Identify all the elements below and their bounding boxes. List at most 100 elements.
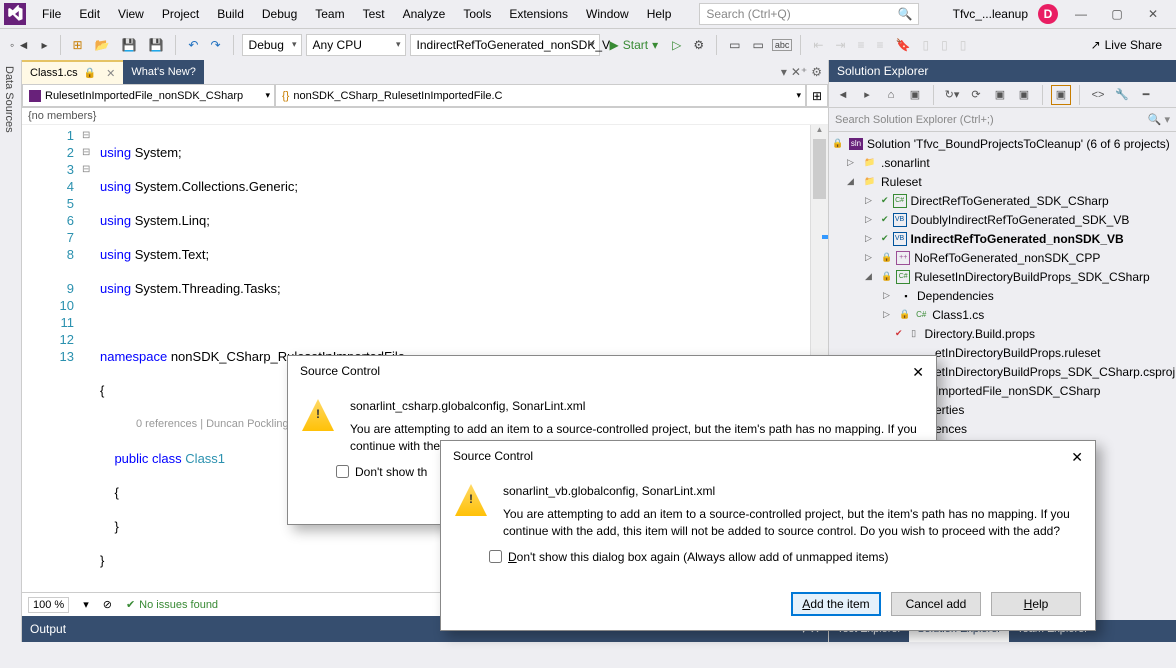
menu-debug[interactable]: Debug — [254, 3, 305, 25]
close-icon[interactable]: ✕ — [912, 364, 924, 381]
tree-arrow-icon[interactable]: ▷ — [865, 214, 877, 225]
tree-node-label[interactable]: etInDirectoryBuildProps_SDK_CSharp.cspro… — [935, 365, 1176, 379]
menu-test[interactable]: Test — [355, 3, 393, 25]
tb-icon-1[interactable]: ▭ — [725, 36, 744, 54]
live-share-button[interactable]: ↗ Live Share — [1091, 38, 1170, 52]
tree-arrow-icon[interactable]: ▷ — [883, 290, 895, 301]
tree-arrow-icon[interactable]: ▷ — [847, 157, 859, 168]
menu-team[interactable]: Team — [307, 3, 352, 25]
user-avatar[interactable]: D — [1038, 4, 1058, 24]
add-item-button[interactable]: Add the item — [791, 592, 881, 616]
redo-icon[interactable]: ↷ — [206, 36, 224, 54]
se-collapse-icon[interactable]: ▣ — [990, 85, 1010, 105]
new-project-icon[interactable]: ⊞ — [69, 36, 87, 54]
gear-icon[interactable]: ⚙ — [689, 36, 708, 54]
menu-view[interactable]: View — [110, 3, 152, 25]
nav-fwd-icon[interactable]: ▸ — [37, 36, 51, 54]
cancel-add-button[interactable]: Cancel add — [891, 592, 981, 616]
issues-status[interactable]: No issues found — [126, 598, 218, 611]
close-window-button[interactable]: ✕ — [1140, 7, 1166, 21]
tab-gear-icon[interactable]: ⚙ — [811, 65, 822, 79]
tree-node-label[interactable]: DoublyIndirectRefToGenerated_SDK_VB — [911, 213, 1130, 227]
dont-show-checkbox[interactable] — [489, 550, 502, 563]
menu-help[interactable]: Help — [639, 3, 680, 25]
data-sources-tab[interactable]: Data Sources — [0, 60, 22, 642]
tree-node-label[interactable]: etInDirectoryBuildProps.ruleset — [935, 346, 1100, 360]
tb-icon-4[interactable]: ▯ — [937, 36, 952, 54]
tree-arrow-icon[interactable]: ▷ — [883, 309, 895, 320]
dont-show-checkbox[interactable] — [336, 465, 349, 478]
menu-extensions[interactable]: Extensions — [501, 3, 576, 25]
outdent-icon[interactable]: ⇥ — [831, 36, 849, 54]
zoom-level[interactable]: 100 % — [28, 597, 69, 613]
save-icon[interactable]: 💾 — [118, 36, 141, 54]
menu-window[interactable]: Window — [578, 3, 637, 25]
zoom-dropdown-icon[interactable]: ▾ — [83, 598, 89, 611]
scroll-thumb[interactable] — [813, 139, 826, 199]
tree-node-label[interactable]: Dependencies — [917, 289, 994, 303]
se-preview-icon[interactable]: ▣ — [1051, 85, 1071, 105]
tree-arrow-icon[interactable]: ◢ — [847, 176, 859, 187]
tree-node-label[interactable]: .sonarlint — [881, 156, 930, 170]
solution-search[interactable]: Search Solution Explorer (Ctrl+;) 🔍 ▾ — [829, 108, 1176, 132]
menu-file[interactable]: File — [34, 3, 69, 25]
tree-node-label[interactable]: Ruleset — [881, 175, 922, 189]
tree-node-label[interactable]: ImportedFile_nonSDK_CSharp — [935, 384, 1100, 398]
tree-arrow-icon[interactable]: ◢ — [865, 271, 877, 282]
tree-node-label[interactable]: DirectRefToGenerated_SDK_CSharp — [911, 194, 1109, 208]
indent-icon[interactable]: ⇤ — [809, 36, 827, 54]
undo-icon[interactable]: ↶ — [184, 36, 202, 54]
tb-status-icon[interactable]: ⊘ — [103, 598, 112, 611]
menu-analyze[interactable]: Analyze — [395, 3, 454, 25]
open-icon[interactable]: 📂 — [91, 36, 114, 54]
nav-class-dropdown[interactable]: {} nonSDK_CSharp_RulesetInImportedFile.C — [275, 84, 806, 107]
tree-node-label[interactable]: Class1.cs — [932, 308, 984, 322]
search-dropdown-icon[interactable]: 🔍 ▾ — [1148, 113, 1170, 126]
start-without-debug-icon[interactable]: ▷ — [668, 36, 685, 54]
close-tab-icon[interactable]: ✕ — [106, 67, 115, 80]
se-properties-icon[interactable]: 🔧 — [1112, 85, 1132, 105]
tree-node-label[interactable]: erties — [935, 403, 964, 417]
se-sync2-icon[interactable]: ⟳ — [966, 85, 986, 105]
maximize-button[interactable]: ▢ — [1104, 7, 1130, 21]
startup-dropdown[interactable]: IndirectRefToGenerated_nonSDK_V — [410, 34, 600, 56]
se-home-icon[interactable]: ⌂ — [881, 85, 901, 105]
tab-whats-new[interactable]: What's New? — [123, 60, 203, 84]
se-view-code-icon[interactable]: <> — [1088, 85, 1108, 105]
global-search[interactable]: Search (Ctrl+Q) 🔍 — [699, 3, 919, 25]
tb-icon-abc[interactable]: abc — [772, 39, 793, 51]
tab-dropdown-icon[interactable]: ▾ — [781, 65, 787, 79]
minimize-button[interactable]: — — [1068, 7, 1094, 21]
tree-node-label[interactable]: Directory.Build.props — [925, 327, 1035, 341]
se-more-icon[interactable]: ━ — [1136, 85, 1156, 105]
tab-maximize-icon[interactable]: ✕⁺ — [791, 65, 807, 79]
split-view-icon[interactable]: ⊞ — [806, 84, 828, 107]
outline-gutter[interactable]: ⊟⊟⊟ — [82, 125, 100, 592]
tb-icon-2[interactable]: ▭ — [749, 36, 768, 54]
bookmark-icon[interactable]: 🔖 — [892, 36, 915, 54]
menu-project[interactable]: Project — [154, 3, 207, 25]
nav-back-icon[interactable]: ◦ ◄ — [6, 36, 33, 54]
start-button[interactable]: ▶ Start ▾ — [604, 38, 665, 52]
se-show-all-icon[interactable]: ▣ — [1014, 85, 1034, 105]
se-fwd-icon[interactable]: ▸ — [857, 85, 877, 105]
config-dropdown[interactable]: Debug — [242, 34, 302, 56]
tree-node-label[interactable]: ences — [935, 422, 967, 436]
tree-node-label[interactable]: NoRefToGenerated_nonSDK_CPP — [914, 251, 1100, 265]
uncomment-icon[interactable]: ≡ — [873, 36, 888, 54]
tb-icon-3[interactable]: ▯ — [918, 36, 933, 54]
tb-icon-5[interactable]: ▯ — [956, 36, 971, 54]
tree-arrow-icon[interactable]: ▷ — [865, 252, 877, 263]
tree-node-label[interactable]: RulesetInDirectoryBuildProps_SDK_CSharp — [914, 270, 1149, 284]
tree-arrow-icon[interactable]: ▷ — [865, 195, 877, 206]
menu-tools[interactable]: Tools — [455, 3, 499, 25]
save-all-icon[interactable]: 💾 — [144, 36, 167, 54]
vs-logo[interactable] — [4, 3, 26, 25]
tab-class1[interactable]: Class1.cs 🔒 ✕ — [22, 60, 123, 84]
tree-arrow-icon[interactable]: ▷ — [865, 233, 877, 244]
comment-icon[interactable]: ≡ — [853, 36, 868, 54]
se-sync-icon[interactable]: ▣ — [905, 85, 925, 105]
menu-edit[interactable]: Edit — [71, 3, 108, 25]
help-button[interactable]: Help — [991, 592, 1081, 616]
tree-node-label[interactable]: IndirectRefToGenerated_nonSDK_VB — [911, 232, 1124, 246]
